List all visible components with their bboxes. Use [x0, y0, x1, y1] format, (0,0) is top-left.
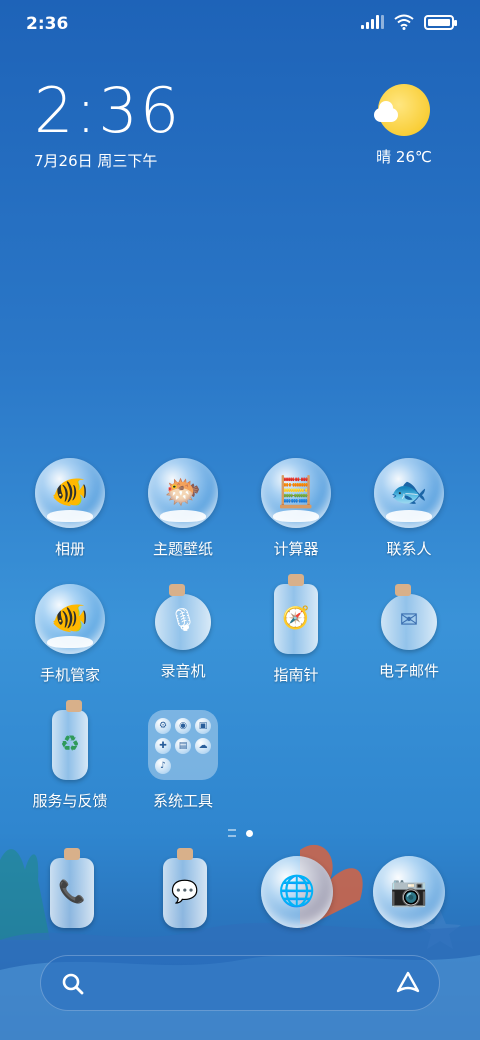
app-label: 主题壁纸	[152, 540, 213, 558]
app-contacts[interactable]: 🐟 联系人	[359, 458, 459, 559]
messages-bottle-icon: 💬	[163, 848, 207, 928]
system-tools-folder-icon: ⚙ ◉ ▣ ✚ ▤ ☁ ♪	[148, 710, 218, 780]
folder-app-icon: ▤	[175, 738, 191, 754]
folder-app-icon: ☁	[195, 738, 211, 754]
app-email[interactable]: ✉ 电子邮件	[359, 584, 459, 681]
dock-camera[interactable]: 📷	[371, 856, 447, 928]
folder-app-icon: ⚙	[155, 718, 171, 734]
page-list-icon[interactable]	[227, 829, 236, 837]
fish-bubble-icon: 🐠	[35, 458, 105, 528]
page-indicator[interactable]	[0, 829, 480, 837]
battery-level	[428, 18, 450, 26]
folder-app-icon: ◉	[175, 718, 191, 734]
app-service-feedback[interactable]: ♻ 服务与反馈	[20, 700, 120, 811]
app-security[interactable]: 🐠 手机管家	[20, 584, 120, 685]
app-label: 服务与反馈	[32, 792, 108, 810]
browser-bubble-icon: 🌐	[261, 856, 333, 928]
clock-widget[interactable]: 2:36 7月26日 周三下午	[34, 78, 181, 171]
folder-app-icon: ✚	[155, 738, 171, 754]
signal-icon	[361, 15, 384, 29]
page-dot-active[interactable]	[245, 829, 253, 837]
service-bottle-icon: ♻	[52, 700, 88, 780]
fish-school-bubble-icon: 🐟	[374, 458, 444, 528]
dock-phone[interactable]: 📞	[34, 848, 110, 928]
app-gallery[interactable]: 🐠 相册	[20, 458, 120, 559]
camera-bubble-icon: 📷	[373, 856, 445, 928]
email-bottle-icon: ✉	[381, 584, 437, 650]
wifi-icon	[394, 14, 414, 30]
search-bar[interactable]	[40, 955, 440, 1011]
app-recorder[interactable]: 🎙 录音机	[133, 584, 233, 681]
app-calculator[interactable]: 🧮 计算器	[246, 458, 346, 559]
dock-browser[interactable]: 🌐	[259, 856, 335, 928]
app-label: 手机管家	[39, 666, 100, 684]
search-icon[interactable]	[61, 972, 85, 996]
recorder-bottle-icon: 🎙	[155, 584, 211, 650]
goldfish-bubble-icon: 🐠	[35, 584, 105, 654]
weather-widget[interactable]: 晴 26℃	[364, 84, 444, 167]
app-label: 系统工具	[152, 792, 213, 810]
clock-date: 7月26日 周三下午	[34, 152, 158, 170]
assistant-icon[interactable]	[395, 970, 421, 996]
folder-app-icon: ♪	[155, 758, 171, 774]
folder-app-icon: ▣	[195, 718, 211, 734]
app-label: 相册	[54, 540, 85, 558]
app-label: 联系人	[386, 540, 432, 558]
app-themes[interactable]: 🐡 主题壁纸	[133, 458, 233, 559]
calculator-bubble-icon: 🧮	[261, 458, 331, 528]
status-icons	[361, 14, 457, 30]
dock-messages[interactable]: 💬	[147, 848, 223, 928]
app-compass[interactable]: 🧭 指南针	[246, 574, 346, 685]
app-label: 电子邮件	[378, 662, 439, 680]
app-label: 计算器	[273, 540, 319, 558]
status-bar: 2:36	[0, 0, 480, 50]
folder-system-tools[interactable]: ⚙ ◉ ▣ ✚ ▤ ☁ ♪ 系统工具	[133, 710, 233, 811]
app-label: 录音机	[160, 662, 206, 680]
weather-text: 晴 26℃	[376, 148, 432, 166]
yellow-fish-bubble-icon: 🐡	[148, 458, 218, 528]
clock-time: 2:36	[34, 74, 182, 147]
phone-bottle-icon: 📞	[50, 848, 94, 928]
status-time: 2:36	[26, 14, 69, 34]
sunny-cloud-icon	[374, 84, 430, 136]
battery-icon	[424, 14, 457, 30]
app-label: 指南针	[273, 666, 319, 684]
compass-bottle-icon: 🧭	[274, 574, 318, 654]
